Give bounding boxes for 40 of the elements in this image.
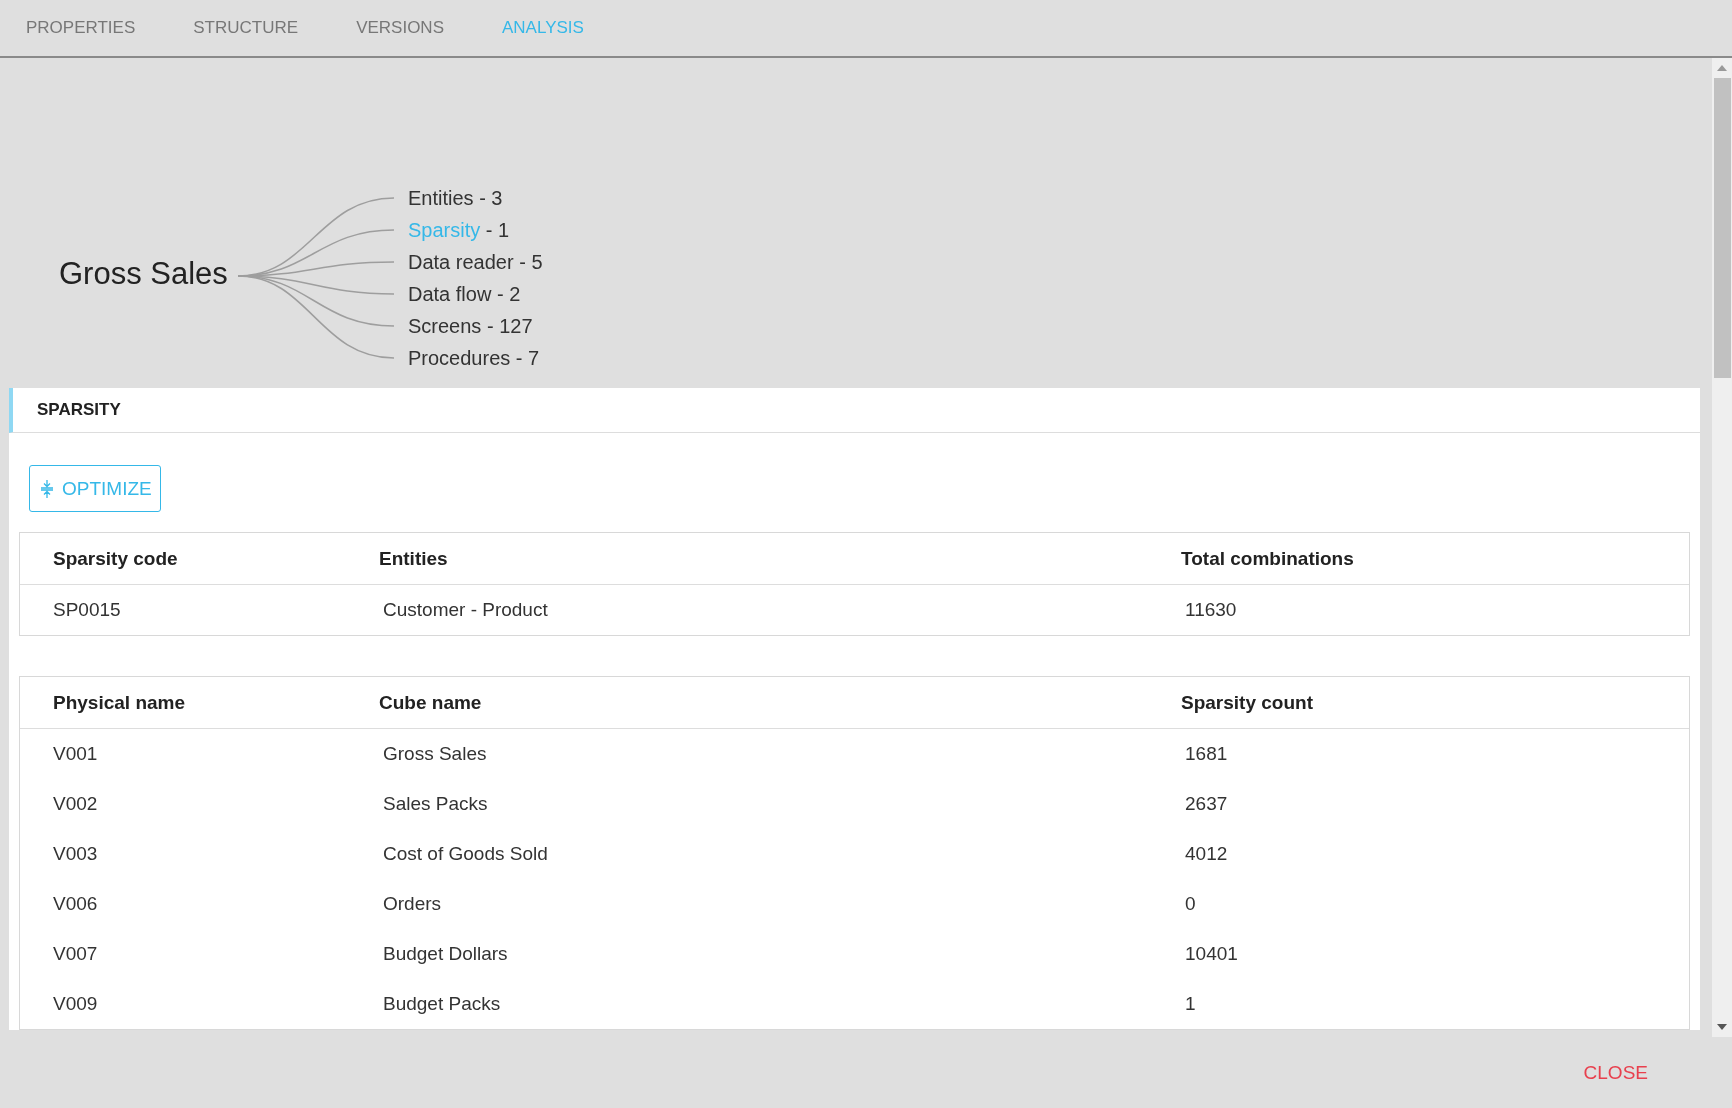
branch-label[interactable]: Screens - 127 xyxy=(408,310,543,342)
branch-label[interactable]: Data reader - 5 xyxy=(408,246,543,278)
table-cell-text: V003 xyxy=(53,843,99,865)
scrollbar[interactable] xyxy=(1712,58,1732,1037)
table-cell-text: Customer - Product xyxy=(382,599,549,621)
table-cell-text: V009 xyxy=(53,993,99,1015)
table-cell-text: V006 xyxy=(53,893,99,915)
table-cell-text: 1681 xyxy=(1184,743,1229,765)
table-cell-text: SP0015 xyxy=(53,599,122,621)
table-cell-text: Budget Dollars xyxy=(382,943,509,965)
table-cell-text: Gross Sales xyxy=(382,743,488,765)
column-header: Sparsity count xyxy=(1181,691,1314,714)
column-header: Total combinations xyxy=(1181,547,1355,570)
table-cell-text: Orders xyxy=(382,893,443,915)
table-cell-text: V001 xyxy=(53,743,99,765)
table-cell-text: Budget Packs xyxy=(382,993,502,1015)
scroll-up-icon[interactable] xyxy=(1717,65,1727,71)
column-header: Physical name xyxy=(53,691,187,714)
compress-arrows-icon xyxy=(40,479,54,498)
column-header: Sparsity code xyxy=(53,547,179,570)
table-cell-text: V002 xyxy=(53,793,99,815)
scroll-down-icon[interactable] xyxy=(1717,1024,1727,1030)
column-header: Cube name xyxy=(379,691,483,714)
table-cell-text: Sales Packs xyxy=(382,793,489,815)
table-cell-text: 1 xyxy=(1184,993,1197,1015)
scrollbar-thumb[interactable] xyxy=(1713,78,1731,378)
branch-label[interactable]: Procedures - 7 xyxy=(408,342,543,374)
table-cell-text: Cost of Goods Sold xyxy=(382,843,549,865)
table-cell-text: V007 xyxy=(53,943,99,965)
column-header: Entities xyxy=(379,547,449,570)
table-cell-text: 11630 xyxy=(1184,599,1238,621)
table-cell-text: 2637 xyxy=(1184,793,1229,815)
table-cell-text: 0 xyxy=(1184,893,1197,915)
branch-label[interactable]: Entities - 3 xyxy=(408,182,543,214)
branch-label[interactable]: Sparsity - 1 xyxy=(408,214,543,246)
root-node-label: Gross Sales xyxy=(59,256,228,292)
table-cell-text: 4012 xyxy=(1184,843,1229,865)
section-title: SPARSITY xyxy=(37,400,121,420)
branch-label[interactable]: Data flow - 2 xyxy=(408,278,543,310)
table-cell-text: 10401 xyxy=(1184,943,1239,965)
